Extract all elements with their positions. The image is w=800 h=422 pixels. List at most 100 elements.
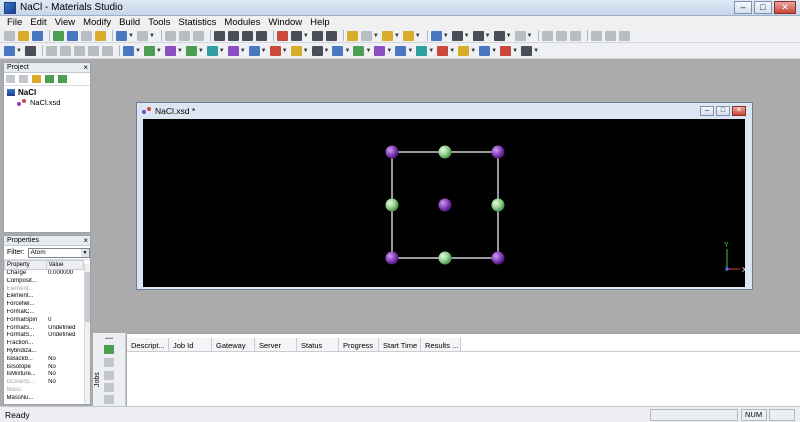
zoom-tool-icon[interactable] <box>59 45 71 56</box>
property-row[interactable]: FormalS... Undefined <box>5 332 84 340</box>
property-value[interactable]: No <box>46 371 83 379</box>
import-icon[interactable] <box>53 30 64 41</box>
sketch-ring-icon[interactable] <box>360 30 372 41</box>
sketch-atom-icon[interactable] <box>402 30 414 41</box>
property-row[interactable]: MassNu... <box>5 395 84 403</box>
new-document-icon[interactable] <box>4 30 15 41</box>
castep-icon[interactable] <box>206 45 218 56</box>
undo-icon[interactable] <box>116 30 127 41</box>
property-value[interactable]: No <box>46 364 83 372</box>
onetep-icon[interactable] <box>395 45 407 56</box>
property-row[interactable]: FormalS... Undefined <box>5 325 84 333</box>
menu-edit[interactable]: Edit <box>26 17 50 28</box>
blends-icon[interactable] <box>185 45 197 56</box>
project-import-icon[interactable] <box>45 75 54 83</box>
property-row[interactable]: Hybridiza... <box>5 348 84 356</box>
align-icon[interactable] <box>591 30 603 41</box>
sodium-atom[interactable] <box>491 145 505 159</box>
move-tool-icon[interactable] <box>87 45 99 56</box>
vamp-icon[interactable] <box>521 45 533 56</box>
column-header-job-id[interactable]: Job Id <box>169 338 212 351</box>
property-value[interactable] <box>46 301 83 309</box>
jobs-delete-icon[interactable] <box>104 395 114 404</box>
jobs-download-icon[interactable] <box>104 383 114 392</box>
jobs-refresh-icon[interactable] <box>104 345 114 354</box>
copy-icon[interactable] <box>178 30 190 41</box>
property-row[interactable]: FormalC... <box>5 309 84 317</box>
menu-tools[interactable]: Tools <box>144 17 174 28</box>
amorphous-icon[interactable] <box>143 45 155 56</box>
forcite-icon[interactable] <box>311 45 323 56</box>
label-icon[interactable] <box>493 30 505 41</box>
property-value[interactable]: Undefined <box>46 332 83 340</box>
view-direction-icon[interactable] <box>290 30 302 41</box>
conformers-icon[interactable] <box>227 45 239 56</box>
menu-help[interactable]: Help <box>306 17 334 28</box>
sorption-icon[interactable] <box>479 45 491 56</box>
chlorine-atom[interactable] <box>438 145 452 159</box>
clean-icon[interactable] <box>430 30 442 41</box>
tree-item-nacl-xsd[interactable]: NaCl.xsd <box>4 97 90 107</box>
sodium-atom[interactable] <box>385 145 399 159</box>
document-maximize-button[interactable]: □ <box>716 106 730 116</box>
column-header-description[interactable]: Descript... <box>127 338 169 351</box>
menu-modules[interactable]: Modules <box>220 17 264 28</box>
reset-view-icon[interactable] <box>325 30 337 41</box>
property-row[interactable]: IsBackb... No <box>5 356 84 364</box>
column-header-gateway[interactable]: Gateway <box>212 338 255 351</box>
3d-viewport[interactable]: Y X <box>143 119 745 287</box>
property-row[interactable]: Element... <box>5 293 84 301</box>
property-value[interactable] <box>46 278 83 286</box>
menu-view[interactable]: View <box>51 17 79 28</box>
document-minimize-button[interactable]: – <box>700 106 714 116</box>
property-row[interactable]: FormalSpin 0 <box>5 317 84 325</box>
column-header-status[interactable]: Status <box>297 338 339 351</box>
property-value[interactable]: No <box>46 356 83 364</box>
maximize-button[interactable]: □ <box>754 1 772 14</box>
project-refresh-icon[interactable] <box>58 75 67 83</box>
property-row[interactable]: Element... <box>5 286 84 294</box>
column-header-property[interactable]: Property <box>4 260 47 270</box>
grid-icon[interactable] <box>542 30 554 41</box>
property-value[interactable] <box>46 286 83 294</box>
pan-tool-icon[interactable] <box>73 45 85 56</box>
cell-icon[interactable] <box>122 45 134 56</box>
property-row[interactable]: IsIsotope No <box>5 364 84 372</box>
menu-statistics[interactable]: Statistics <box>174 17 220 28</box>
box-tool-icon[interactable] <box>101 45 113 56</box>
mesodyn-icon[interactable] <box>353 45 365 56</box>
formula-icon[interactable] <box>24 45 36 56</box>
column-header-server[interactable]: Server <box>255 338 297 351</box>
workspace-icon[interactable] <box>4 45 15 56</box>
chlorine-atom[interactable] <box>491 198 505 212</box>
select-arrow-icon[interactable] <box>213 30 225 41</box>
properties-scrollbar[interactable] <box>84 264 90 404</box>
translate-icon[interactable] <box>255 30 267 41</box>
chlorine-atom[interactable] <box>438 251 452 265</box>
dpd-icon[interactable] <box>269 45 281 56</box>
column-header-start-time[interactable]: Start Time <box>379 338 421 351</box>
rotate-icon[interactable] <box>227 30 239 41</box>
fit-screen-icon[interactable] <box>311 30 323 41</box>
print-icon[interactable] <box>81 30 92 41</box>
project-new-icon[interactable] <box>6 75 15 83</box>
column-header-progress[interactable]: Progress <box>339 338 379 351</box>
rows-icon[interactable] <box>619 30 631 41</box>
columns-icon[interactable] <box>605 30 617 41</box>
jobs-view-icon[interactable] <box>104 371 114 380</box>
document-close-button[interactable]: ✕ <box>732 106 746 116</box>
polymorph-icon[interactable] <box>416 45 428 56</box>
sodium-atom[interactable] <box>438 198 452 212</box>
property-value[interactable]: Undefined <box>46 325 83 333</box>
chart-icon[interactable] <box>570 30 582 41</box>
redo-icon[interactable] <box>136 30 148 41</box>
home-view-icon[interactable] <box>276 30 288 41</box>
property-row[interactable]: Charge 0.000000 <box>5 270 84 278</box>
properties-close-icon[interactable]: × <box>83 236 88 246</box>
minimize-button[interactable]: – <box>734 1 752 14</box>
property-value[interactable]: No <box>46 379 83 387</box>
synthia-icon[interactable] <box>500 45 512 56</box>
property-value[interactable]: 0.000000 <box>46 270 83 278</box>
document-title-bar[interactable]: NaCl.xsd * <box>137 103 752 119</box>
hydrogen-icon[interactable] <box>472 30 484 41</box>
